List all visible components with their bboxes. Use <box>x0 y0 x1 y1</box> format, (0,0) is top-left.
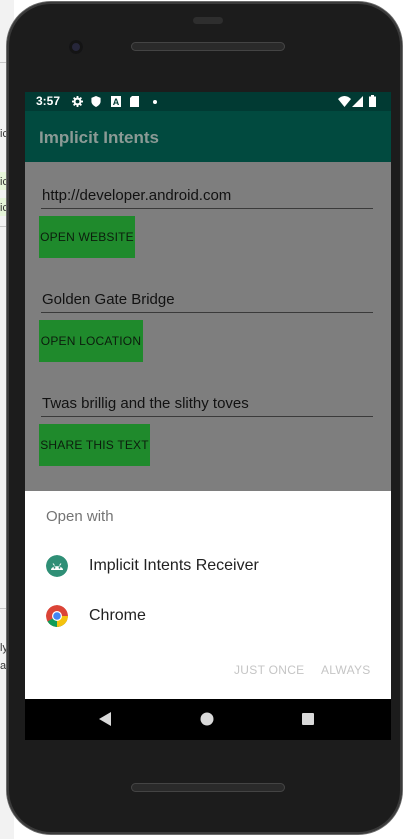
main-content: http://developer.android.com OPEN WEBSIT… <box>25 162 391 492</box>
app-bar: Implicit Intents <box>25 111 391 162</box>
share-edittext[interactable]: Twas brillig and the slithy toves <box>41 392 373 417</box>
just-once-button[interactable]: JUST ONCE <box>234 663 305 677</box>
always-button[interactable]: ALWAYS <box>321 663 371 677</box>
gear-icon <box>72 96 83 107</box>
android-icon <box>46 555 68 577</box>
signal-icon <box>352 96 363 107</box>
a-box-icon: A <box>111 96 121 107</box>
app-option-label: Chrome <box>89 607 146 624</box>
recents-icon[interactable] <box>302 713 314 725</box>
location-edittext-value: Golden Gate Bridge <box>42 291 175 308</box>
open-location-button[interactable]: OPEN LOCATION <box>39 320 143 362</box>
front-camera <box>69 40 83 54</box>
website-edittext[interactable]: http://developer.android.com <box>41 184 373 209</box>
sd-card-icon <box>130 96 139 107</box>
app-option-label: Implicit Intents Receiver <box>89 557 259 574</box>
share-edittext-value: Twas brillig and the slithy toves <box>42 395 249 412</box>
share-text-button[interactable]: SHARE THIS TEXT <box>39 424 150 466</box>
app-option-chrome[interactable]: Chrome <box>25 595 391 639</box>
wifi-icon <box>338 96 351 107</box>
open-website-button[interactable]: OPEN WEBSITE <box>39 216 135 258</box>
app-option-implicit-intents-receiver[interactable]: Implicit Intents Receiver <box>25 545 391 589</box>
top-speaker-grill <box>131 42 285 51</box>
bottom-speaker-grill <box>131 783 285 792</box>
back-icon[interactable] <box>99 712 111 726</box>
sheet-heading: Open with <box>46 508 114 525</box>
chrome-icon <box>46 605 68 627</box>
home-icon[interactable] <box>200 712 214 726</box>
earpiece <box>193 17 223 24</box>
open-with-sheet: Open with Implicit Intents Receiver Chro… <box>25 491 391 699</box>
status-bar: 3:57 A <box>25 92 391 111</box>
app-title: Implicit Intents <box>39 128 159 147</box>
shield-icon <box>91 96 101 107</box>
website-edittext-value: http://developer.android.com <box>42 187 232 204</box>
dot-icon <box>153 100 157 104</box>
location-edittext[interactable]: Golden Gate Bridge <box>41 288 373 313</box>
status-time: 3:57 <box>36 94 61 108</box>
navigation-bar <box>25 699 391 740</box>
battery-icon <box>369 95 376 107</box>
device-screen: 3:57 A Implicit Intents http://developer… <box>25 92 391 740</box>
svg-text:A: A <box>113 97 120 107</box>
